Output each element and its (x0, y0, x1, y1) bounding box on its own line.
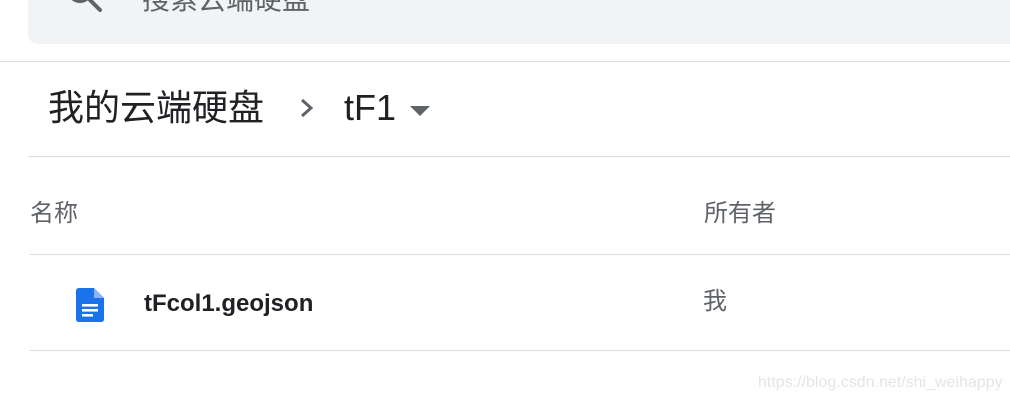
column-header-owner[interactable]: 所有者 (704, 198, 776, 230)
file-name[interactable]: tFcol1.geojson (144, 288, 313, 320)
breadcrumb-current[interactable]: tF1 (344, 86, 396, 130)
table-row[interactable]: tFcol1.geojson 我 (30, 256, 1010, 350)
breadcrumb-root[interactable]: 我的云端硬盘 (48, 86, 264, 130)
header-divider (0, 61, 1010, 62)
document-icon (76, 288, 104, 322)
drive-page: 搜索云端硬盘 我的云端硬盘 tF1 名称 所有者 (0, 0, 1010, 402)
table-header-divider (30, 254, 1010, 255)
row-divider (30, 350, 1010, 351)
caret-down-icon[interactable] (408, 104, 432, 116)
watermark: https://blog.csdn.net/shi_weihappy (758, 374, 1003, 391)
breadcrumb-divider (28, 156, 1010, 157)
chevron-right-icon (296, 96, 318, 120)
search-input[interactable]: 搜索云端硬盘 (142, 0, 310, 14)
file-owner: 我 (703, 288, 727, 315)
search-icon[interactable] (62, 0, 106, 16)
column-header-name[interactable]: 名称 (30, 198, 78, 230)
